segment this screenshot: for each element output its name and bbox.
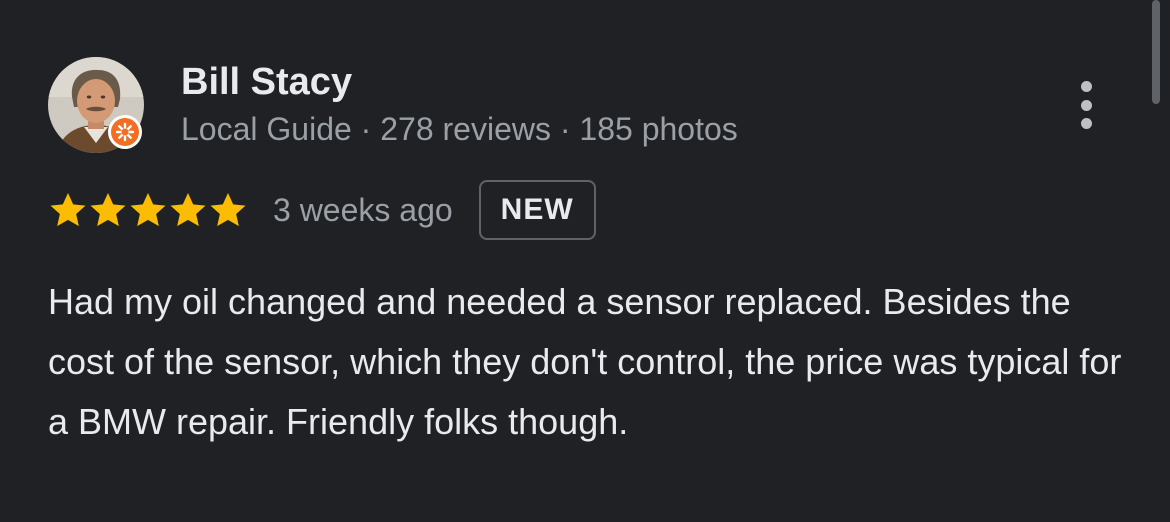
rating-row: 3 weeks ago NEW: [48, 178, 596, 242]
review-card: Bill Stacy Local Guide · 278 reviews · 1…: [0, 0, 1170, 522]
more-vert-icon[interactable]: [1066, 78, 1106, 132]
scrollbar[interactable]: [1152, 0, 1160, 104]
new-badge: NEW: [478, 180, 596, 240]
local-guide-badge: [108, 115, 142, 149]
reviewer-name[interactable]: Bill Stacy: [181, 60, 352, 104]
star-icon: [90, 193, 126, 227]
avatar[interactable]: [48, 57, 144, 153]
review-text: Had my oil changed and needed a sensor r…: [48, 281, 1122, 442]
star-rating: [48, 178, 248, 242]
star-icon: [50, 193, 86, 227]
review-time: 3 weeks ago: [273, 191, 453, 228]
star-icon: [210, 193, 246, 227]
star-icon: [130, 193, 166, 227]
reviewer-meta: Local Guide · 278 reviews · 185 photos: [181, 111, 738, 147]
star-icon: [170, 193, 206, 227]
local-guide-star-icon: [115, 122, 135, 142]
